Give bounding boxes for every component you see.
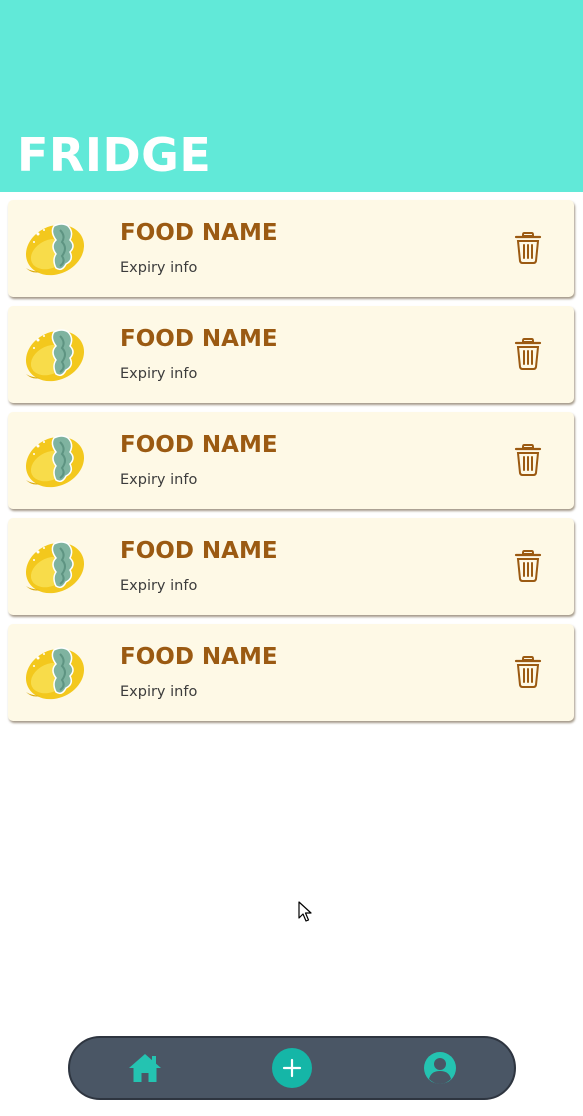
moldy-lemon-icon bbox=[25, 223, 85, 276]
nav-home-button[interactable] bbox=[128, 1052, 162, 1084]
expiry-info: Expiry info bbox=[120, 472, 198, 488]
delete-button[interactable] bbox=[513, 655, 543, 689]
food-item-card[interactable]: FOOD NAME Expiry info bbox=[8, 200, 574, 297]
food-item-card[interactable]: FOOD NAME Expiry info bbox=[8, 306, 574, 403]
mouse-cursor-icon bbox=[298, 901, 312, 922]
delete-button[interactable] bbox=[513, 443, 543, 477]
expiry-info: Expiry info bbox=[120, 578, 198, 594]
food-item-card[interactable]: FOOD NAME Expiry info bbox=[8, 518, 574, 615]
moldy-lemon-icon bbox=[25, 435, 85, 488]
bottom-nav-bar bbox=[68, 1036, 516, 1100]
food-item-card[interactable]: FOOD NAME Expiry info bbox=[8, 412, 574, 509]
delete-button[interactable] bbox=[513, 231, 543, 265]
trash-icon bbox=[514, 444, 542, 476]
delete-button[interactable] bbox=[513, 549, 543, 583]
trash-icon bbox=[514, 338, 542, 370]
trash-icon bbox=[514, 232, 542, 264]
food-list: FOOD NAME Expiry info FOOD NAME Expiry i… bbox=[8, 200, 574, 730]
trash-icon bbox=[514, 656, 542, 688]
moldy-lemon-icon bbox=[25, 329, 85, 382]
food-name: FOOD NAME bbox=[120, 644, 278, 670]
moldy-lemon-icon bbox=[25, 647, 85, 700]
fridge-screen: FRIDGE FOOD NAME Expiry info FOOD NAME E… bbox=[0, 0, 583, 1116]
food-name: FOOD NAME bbox=[120, 538, 278, 564]
home-icon bbox=[129, 1054, 161, 1082]
expiry-info: Expiry info bbox=[120, 684, 198, 700]
food-name: FOOD NAME bbox=[120, 326, 278, 352]
expiry-info: Expiry info bbox=[120, 366, 198, 382]
trash-icon bbox=[514, 550, 542, 582]
page-title: FRIDGE bbox=[17, 128, 212, 182]
nav-profile-button[interactable] bbox=[422, 1050, 458, 1086]
header: FRIDGE bbox=[0, 0, 583, 192]
food-name: FOOD NAME bbox=[120, 220, 278, 246]
plus-icon bbox=[282, 1058, 302, 1078]
profile-icon bbox=[424, 1052, 456, 1084]
expiry-info: Expiry info bbox=[120, 260, 198, 276]
nav-add-button[interactable] bbox=[272, 1048, 312, 1088]
food-name: FOOD NAME bbox=[120, 432, 278, 458]
delete-button[interactable] bbox=[513, 337, 543, 371]
moldy-lemon-icon bbox=[25, 541, 85, 594]
food-item-card[interactable]: FOOD NAME Expiry info bbox=[8, 624, 574, 721]
